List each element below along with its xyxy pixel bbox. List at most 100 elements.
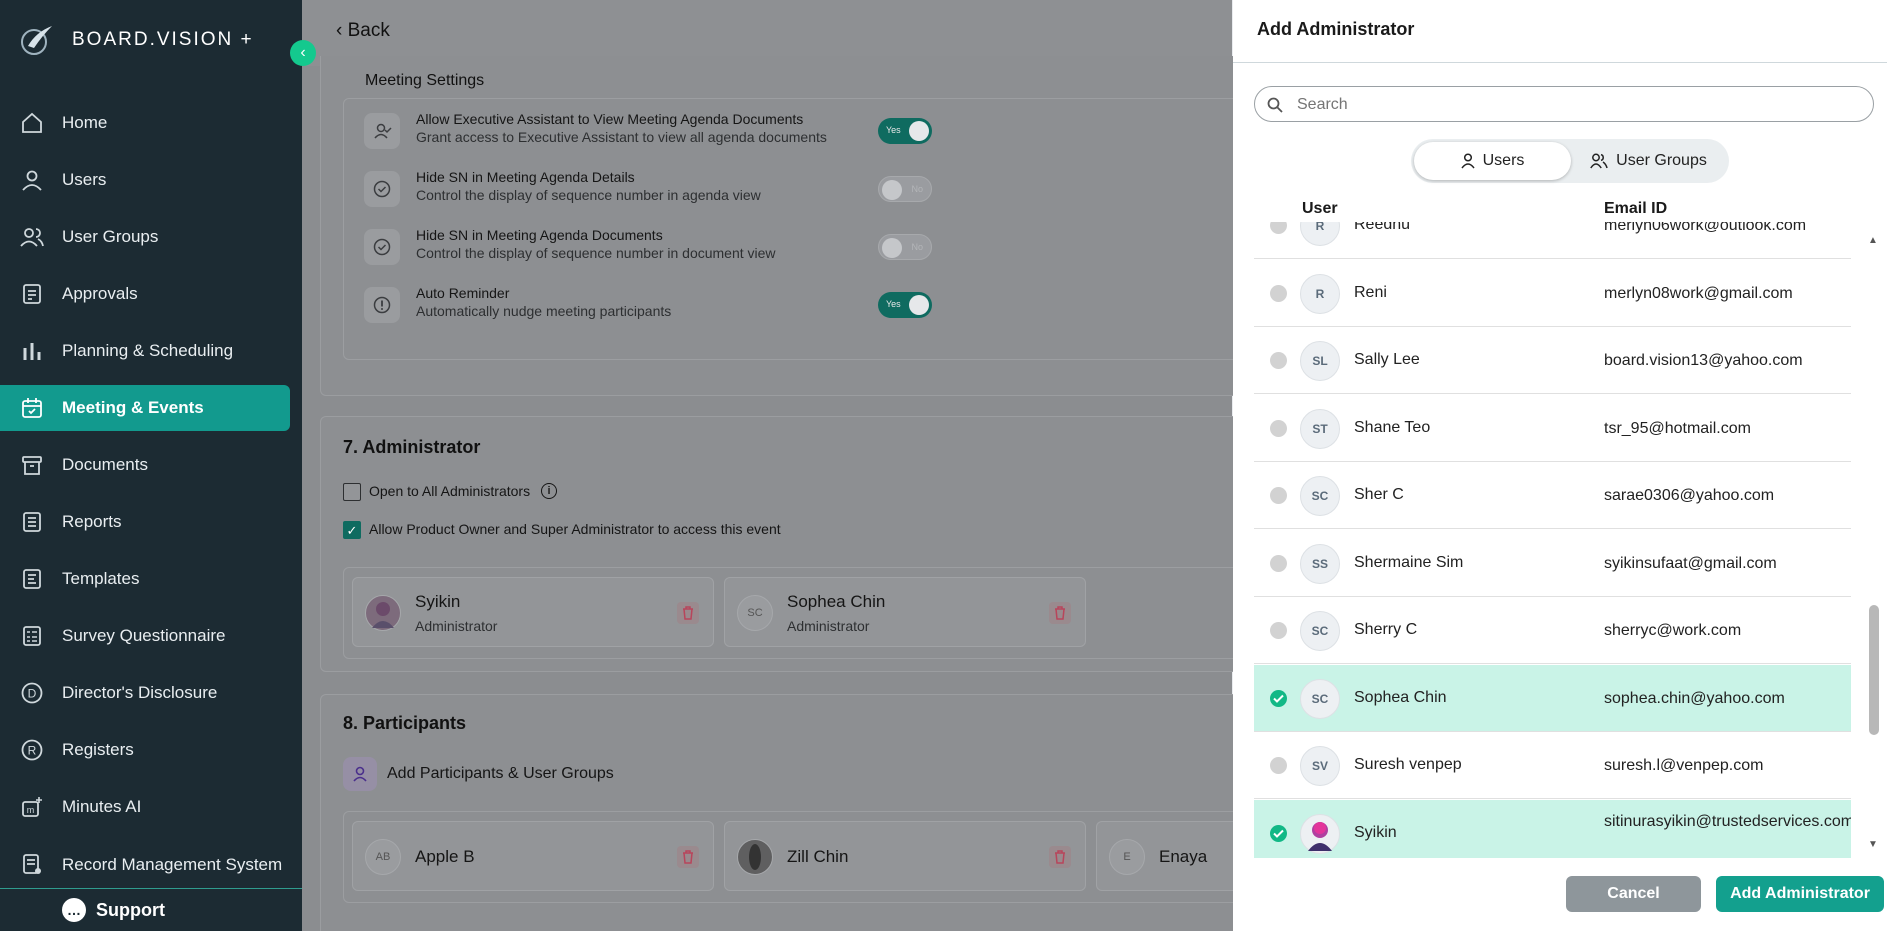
admin-card: SC Sophea Chin Administrator [724, 577, 1086, 647]
radio-button[interactable] [1270, 554, 1287, 572]
check-circle-icon[interactable] [1270, 689, 1287, 707]
user-row[interactable]: R Reedhu merlyn06work@outlook.com [1254, 222, 1851, 259]
delete-icon[interactable] [677, 602, 699, 624]
calendar-icon [22, 398, 42, 418]
open-all-admins-checkbox[interactable] [343, 483, 361, 501]
user-row[interactable]: ST Shane Teo tsr_95@hotmail.com [1254, 395, 1851, 462]
setting-toggle[interactable]: Yes [878, 118, 932, 144]
avatar-initials: R [1315, 286, 1325, 301]
toggle-knob [882, 238, 902, 258]
delete-icon[interactable] [677, 846, 699, 868]
scroll-up-icon[interactable]: ▲ [1868, 235, 1878, 246]
setting-title: Hide SN in Meeting Agenda Details [416, 169, 635, 185]
sidebar-item-reports[interactable]: Reports [0, 499, 290, 545]
user-row[interactable]: Syikin sitinurasyikin@trustedservices.com… [1254, 799, 1851, 858]
user-row[interactable]: SC Sher C sarae0306@yahoo.com [1254, 462, 1851, 529]
user-check-icon [364, 113, 400, 149]
radio-button[interactable] [1270, 222, 1287, 234]
user-row[interactable]: SC Sophea Chin sophea.chin@yahoo.com [1254, 664, 1851, 732]
cancel-button[interactable]: Cancel [1566, 876, 1701, 912]
meeting-settings-card: Meeting Settings Allow Executive Assista… [320, 56, 1250, 396]
report-icon [23, 512, 41, 532]
sidebar-item-documents[interactable]: Documents [0, 442, 290, 488]
scroll-down-icon[interactable]: ▼ [1868, 839, 1878, 850]
list-scrollbar[interactable]: ▲ ▼ [1868, 235, 1880, 855]
user-row[interactable]: SV Suresh venpep suresh.l@venpep.com [1254, 732, 1851, 799]
survey-icon [23, 626, 41, 646]
avatar: SV [1300, 746, 1340, 786]
sidebar-item-label: Director's Disclosure [62, 683, 218, 702]
participant-card: AB Apple B [352, 821, 714, 891]
sidebar-item-approvals[interactable]: Approvals [0, 271, 290, 317]
support-button[interactable]: … Support [0, 888, 302, 931]
user-email: sophea.chin@yahoo.com [1604, 689, 1785, 707]
sidebar-item-survey-questionnaire[interactable]: Survey Questionnaire [0, 613, 290, 659]
check-circle-icon[interactable] [1270, 824, 1287, 842]
avatar: SC [737, 595, 773, 631]
user-row[interactable]: R Reni merlyn08work@gmail.com [1254, 260, 1851, 327]
sidebar-item-label: Meeting & Events [62, 398, 204, 417]
allow-owner-checkbox[interactable]: ✓ [343, 521, 361, 539]
sidebar-item-minutes-ai[interactable]: m Minutes AI [0, 784, 290, 830]
setting-toggle[interactable]: Yes [878, 292, 932, 318]
sidebar-item-home[interactable]: Home [0, 100, 290, 146]
radio-button[interactable] [1270, 622, 1287, 639]
avatar [1300, 813, 1340, 854]
delete-icon[interactable] [1049, 602, 1071, 624]
avatar-initials: ST [1312, 421, 1328, 436]
radio-button[interactable] [1270, 757, 1287, 774]
avatar: SL [1300, 341, 1340, 381]
search-box[interactable] [1254, 86, 1874, 122]
info-icon[interactable]: i [541, 483, 557, 499]
avatar-image-icon [1308, 821, 1332, 851]
sidebar-item-planning-scheduling[interactable]: Planning & Scheduling [0, 328, 290, 374]
radio-button[interactable] [1270, 487, 1287, 504]
brand[interactable]: BOARD.VISION + [18, 22, 254, 58]
participant-card: Zill Chin [724, 821, 1086, 891]
add-participants-label: Add Participants & User Groups [387, 765, 614, 782]
scroll-thumb[interactable] [1869, 605, 1879, 735]
admin-role: Administrator [787, 618, 870, 634]
bar-chart-icon [23, 343, 41, 360]
tab-user-groups-label: User Groups [1616, 152, 1707, 169]
user-name: Sher C [1354, 486, 1404, 503]
radio-button[interactable] [1270, 352, 1287, 369]
sidebar-item-users[interactable]: Users [0, 157, 290, 203]
avatar: SC [1300, 611, 1340, 651]
user-row[interactable]: SL Sally Lee board.vision13@yahoo.com [1254, 327, 1851, 394]
setting-description: Automatically nudge meeting participants [416, 303, 672, 319]
setting-row: Allow Executive Assistant to View Meetin… [364, 111, 924, 151]
tab-users[interactable]: Users [1414, 142, 1571, 180]
user-name: Reedhu [1354, 222, 1411, 233]
search-input[interactable] [1295, 93, 1855, 117]
sidebar-item-director-s-disclosure[interactable]: D Director's Disclosure [0, 670, 290, 716]
sidebar-item-meeting-events[interactable]: Meeting & Events [0, 385, 290, 431]
add-participants-button[interactable]: Add Participants & User Groups [343, 757, 614, 791]
user-email: sitinurasyikin@trustedservices.com.sg [1604, 812, 1851, 830]
user-row[interactable]: SS Shermaine Sim syikinsufaat@gmail.com [1254, 530, 1851, 597]
sidebar-item-record-management-system[interactable]: Record Management System [0, 841, 290, 887]
setting-toggle[interactable]: No [878, 234, 932, 260]
sidebar-item-label: User Groups [62, 227, 159, 246]
sidebar-item-user-groups[interactable]: User Groups [0, 214, 290, 260]
delete-icon[interactable] [1049, 846, 1071, 868]
avatar: AB [365, 839, 401, 875]
template-icon [23, 569, 41, 589]
back-button[interactable]: ‹ Back [336, 20, 390, 42]
participant-card: E Enaya [1096, 821, 1246, 891]
avatar-initials: R [1315, 222, 1325, 233]
setting-toggle[interactable]: No [878, 176, 932, 202]
user-row[interactable]: SC Sherry C sherryc@work.com [1254, 597, 1851, 664]
avatar: SS [1300, 543, 1340, 584]
radio-button[interactable] [1270, 284, 1287, 302]
add-administrator-button[interactable]: Add Administrator [1716, 876, 1884, 912]
meeting-settings-title: Meeting Settings [365, 72, 485, 89]
sidebar-collapse-button[interactable]: ‹ [290, 40, 316, 66]
user-email: syikinsufaat@gmail.com [1604, 554, 1777, 572]
sidebar-item-registers[interactable]: R Registers [0, 727, 290, 773]
tab-user-groups[interactable]: User Groups [1571, 142, 1726, 180]
radio-button[interactable] [1270, 419, 1287, 437]
user-name: Sally Lee [1354, 351, 1420, 368]
user-name: Sherry C [1354, 621, 1418, 638]
sidebar-item-templates[interactable]: Templates [0, 556, 290, 602]
